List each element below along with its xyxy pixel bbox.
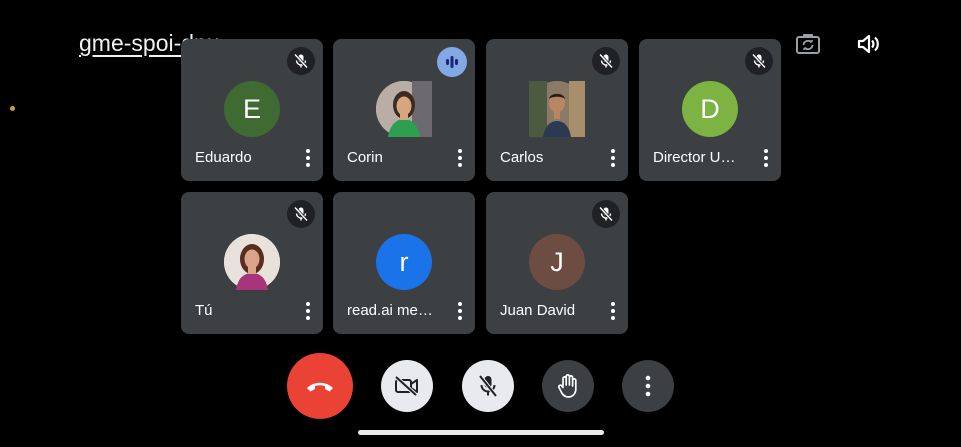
more-vert-icon <box>645 375 651 397</box>
participant-tile[interactable]: r read.ai me… <box>333 192 475 334</box>
participant-tile[interactable]: Carlos <box>486 39 628 181</box>
speaking-indicator-icon <box>437 47 467 77</box>
video-off-icon <box>394 375 418 397</box>
raise-hand-icon <box>558 374 577 398</box>
avatar-photo <box>224 234 280 290</box>
more-vert-icon[interactable] <box>759 147 773 169</box>
participant-tile[interactable]: D Director U… <box>639 39 781 181</box>
avatar: E <box>224 81 280 137</box>
participant-name: Tú <box>195 302 213 319</box>
mic-off-icon <box>478 374 498 398</box>
participant-name: Corin <box>347 149 383 166</box>
participant-name: read.ai me… <box>347 302 433 319</box>
participant-tile[interactable]: Corin <box>333 39 475 181</box>
participant-tile[interactable]: Tú <box>181 192 323 334</box>
avatar-photo <box>376 81 432 137</box>
raise-hand-button[interactable] <box>542 360 594 412</box>
speaker-icon[interactable] <box>855 30 883 58</box>
mic-off-icon <box>287 200 315 228</box>
end-call-icon <box>307 382 333 392</box>
more-vert-icon[interactable] <box>606 147 620 169</box>
more-vert-icon[interactable] <box>606 300 620 322</box>
participant-name: Juan David <box>500 302 576 319</box>
camera-off-button[interactable] <box>381 360 433 412</box>
mic-off-icon <box>287 47 315 75</box>
avatar: r <box>376 234 432 290</box>
end-call-button[interactable] <box>287 353 353 419</box>
avatar: J <box>529 234 585 290</box>
more-options-button[interactable] <box>622 360 674 412</box>
participant-tile[interactable]: J Juan David <box>486 192 628 334</box>
more-vert-icon[interactable] <box>453 300 467 322</box>
more-vert-icon[interactable] <box>301 147 315 169</box>
participant-name: Director U… <box>653 149 736 166</box>
mic-off-button[interactable] <box>462 360 514 412</box>
indicator-dot <box>10 106 15 111</box>
more-vert-icon[interactable] <box>301 300 315 322</box>
mic-off-icon <box>592 200 620 228</box>
avatar: D <box>682 81 738 137</box>
participant-tile[interactable]: E Eduardo <box>181 39 323 181</box>
mic-off-icon <box>745 47 773 75</box>
mic-off-icon <box>592 47 620 75</box>
more-vert-icon[interactable] <box>453 147 467 169</box>
participant-name: Carlos <box>500 149 544 166</box>
camera-flip-icon[interactable] <box>794 30 822 58</box>
home-indicator[interactable] <box>358 430 604 435</box>
participant-name: Eduardo <box>195 149 252 166</box>
avatar-photo <box>529 81 585 137</box>
